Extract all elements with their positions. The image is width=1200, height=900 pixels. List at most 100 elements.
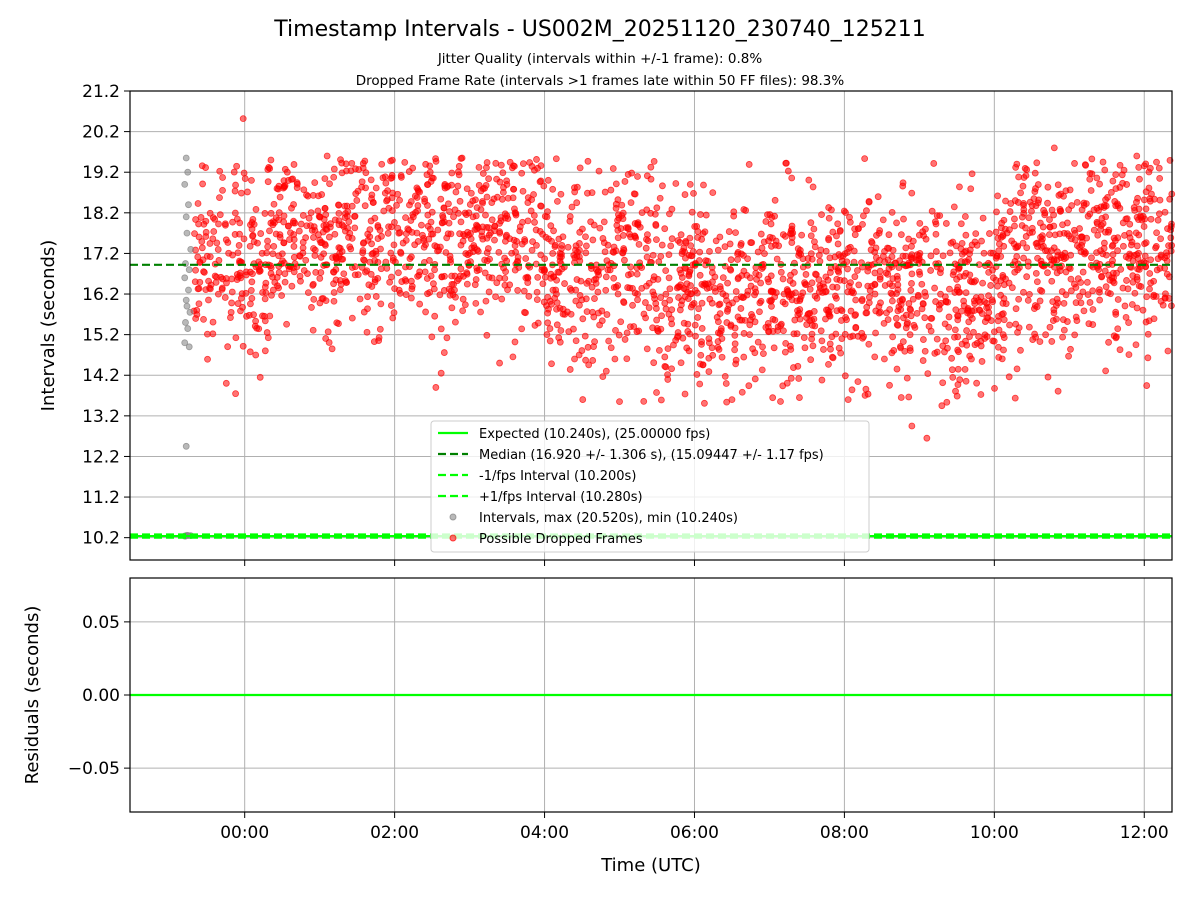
dropped-frame-point	[893, 272, 901, 280]
dropped-frame-point	[949, 271, 957, 279]
dropped-frame-point	[1133, 251, 1141, 258]
dropped-frame-point	[668, 365, 676, 373]
dropped-frame-point	[971, 300, 979, 307]
dropped-frame-point	[596, 224, 604, 232]
dropped-frame-point	[957, 220, 965, 228]
dropped-frame-point	[305, 214, 313, 222]
dropped-frame-point	[428, 333, 436, 341]
dropped-frame-point	[705, 335, 713, 342]
dropped-frame-point	[270, 200, 278, 208]
residuals-ticks: 0.05 0.00 −0.05 00:00 02:00 04:00 06:00 08:00 10…	[68, 613, 1169, 843]
dropped-frame-point	[605, 337, 613, 345]
dropped-frame-point	[206, 285, 214, 293]
dropped-frame-point	[872, 329, 879, 337]
dropped-frame-point	[685, 272, 693, 280]
dropped-frame-point	[962, 377, 970, 385]
dropped-frame-point	[353, 197, 361, 204]
dropped-frame-point	[983, 299, 991, 307]
dropped-frame-point	[790, 330, 798, 338]
dropped-frame-point	[576, 164, 584, 172]
dropped-frame-point	[219, 174, 226, 181]
dropped-frame-point	[493, 193, 501, 201]
dropped-frame-point	[896, 343, 904, 350]
dropped-frame-point	[1157, 235, 1165, 243]
dropped-frame-point	[275, 269, 283, 276]
dropped-frame-point	[698, 338, 705, 346]
dropped-frame-point	[612, 180, 620, 188]
dropped-frame-point	[397, 249, 405, 257]
dropped-frame-point	[823, 306, 830, 314]
dropped-frame-point	[320, 215, 328, 223]
dropped-frame-point	[583, 242, 590, 250]
dropped-frame-point	[631, 289, 639, 297]
dropped-frame-point	[995, 312, 1002, 320]
dropped-frame-point	[985, 268, 993, 276]
dropped-frame-point	[591, 295, 598, 302]
dropped-frame-point	[369, 199, 377, 206]
dropped-frame-point	[233, 162, 241, 170]
dropped-frame-point	[441, 272, 448, 280]
dropped-frame-point	[404, 225, 412, 233]
dropped-frame-point	[661, 353, 669, 361]
dropped-frame-point	[473, 204, 481, 212]
dropped-frame-point	[714, 343, 722, 351]
dropped-frame-point	[348, 314, 356, 322]
dropped-frame-point	[1144, 330, 1152, 338]
dropped-frame-point	[709, 351, 717, 359]
dropped-frame-point	[546, 325, 554, 332]
dropped-frame-point	[612, 204, 620, 212]
dropped-frame-point	[543, 331, 551, 338]
interval-point	[185, 266, 193, 274]
dropped-frame-point	[674, 237, 682, 244]
dropped-frame-point	[1078, 233, 1086, 241]
dropped-frame-point	[290, 253, 298, 261]
dropped-frame-point	[757, 279, 765, 287]
dropped-frame-point	[1059, 316, 1067, 324]
dropped-frame-point	[1137, 212, 1144, 220]
dropped-frame-point	[829, 228, 837, 236]
dropped-frame-point	[925, 322, 933, 330]
dropped-frame-point	[808, 330, 816, 338]
dropped-frame-point	[241, 175, 249, 182]
dropped-frame-point	[758, 366, 766, 374]
dropped-frame-point	[372, 293, 380, 300]
dropped-frame-point	[787, 271, 794, 279]
dropped-frame-point	[837, 317, 845, 324]
residuals-y-axis-label: Residuals (seconds)	[22, 606, 43, 785]
dropped-frame-point	[744, 255, 751, 263]
dropped-frame-point	[427, 218, 435, 226]
dropped-frame-point	[529, 238, 537, 246]
dropped-frame-point	[457, 265, 465, 273]
dropped-frame-point	[582, 295, 590, 303]
dropped-frame-point	[557, 190, 565, 198]
dropped-frame-point	[1140, 196, 1148, 204]
dropped-frame-point	[473, 222, 481, 230]
dropped-frame-point	[820, 346, 827, 353]
dropped-frame-point	[970, 328, 977, 336]
dropped-frame-point	[780, 290, 788, 298]
dropped-frame-point	[788, 296, 796, 304]
dropped-frame-point	[861, 155, 869, 163]
dropped-frame-point	[1143, 293, 1151, 301]
y-tick-label: 20.2	[82, 123, 120, 143]
dropped-frame-point	[642, 314, 649, 322]
dropped-frame-point	[463, 185, 471, 193]
dropped-frame-point	[1038, 235, 1046, 243]
dropped-frame-point	[492, 293, 499, 301]
dropped-frame-point	[231, 209, 239, 217]
dropped-frame-point	[1044, 199, 1051, 207]
dropped-frame-point	[314, 207, 322, 215]
dropped-frame-point	[894, 321, 902, 329]
dropped-frame-point	[455, 171, 463, 179]
dropped-frame-point	[236, 219, 244, 227]
dropped-frame-point	[594, 288, 602, 296]
dropped-frame-point	[643, 206, 651, 214]
dropped-frame-point	[1087, 187, 1095, 194]
dropped-frame-point	[916, 219, 924, 227]
dropped-frame-point	[331, 230, 339, 238]
dropped-frame-point	[558, 253, 565, 261]
x-tick-label: 00:00	[220, 823, 269, 843]
dropped-frame-point	[199, 180, 207, 188]
dropped-frame-point	[675, 294, 682, 301]
dropped-frame-point	[237, 307, 244, 315]
